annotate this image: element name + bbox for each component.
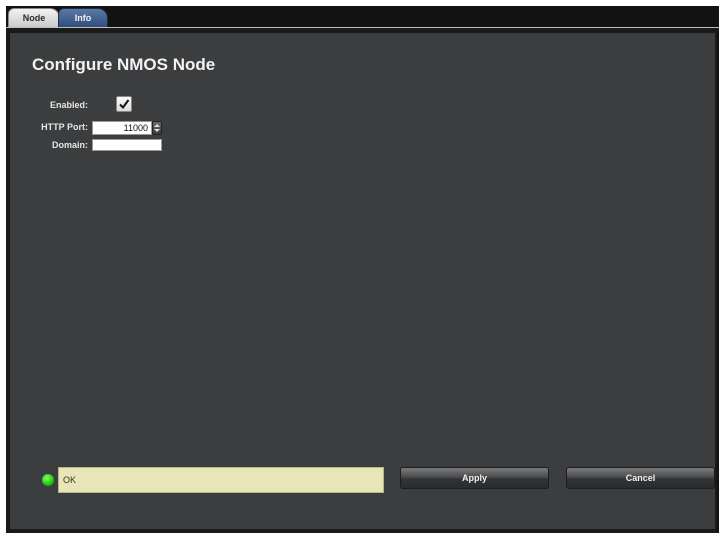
domain-input[interactable] [92,139,162,151]
status-message: OK [58,467,384,493]
http-port-label: HTTP Port: [41,122,88,132]
status-led-icon [42,474,54,486]
http-port-spinner[interactable] [152,121,162,135]
http-port-input[interactable]: 11000 [92,121,152,135]
apply-button[interactable]: Apply [400,467,549,489]
page-title: Configure NMOS Node [32,55,216,74]
tab-node[interactable]: Node [8,8,60,28]
tab-divider [6,27,719,28]
spinner-down-icon[interactable] [154,129,160,132]
checkmark-icon [119,99,130,110]
tab-bar: Node Info [6,6,719,28]
config-panel: Configure NMOS Node Enabled: HTTP Port: … [10,33,715,529]
spinner-up-icon[interactable] [154,124,160,127]
domain-label: Domain: [52,140,88,150]
app-window: Node Info Configure NMOS Node Enabled: H… [6,6,719,533]
enabled-label: Enabled: [49,100,88,110]
cancel-button[interactable]: Cancel [566,467,715,489]
tab-info[interactable]: Info [58,8,108,28]
enabled-checkbox[interactable] [116,96,132,112]
